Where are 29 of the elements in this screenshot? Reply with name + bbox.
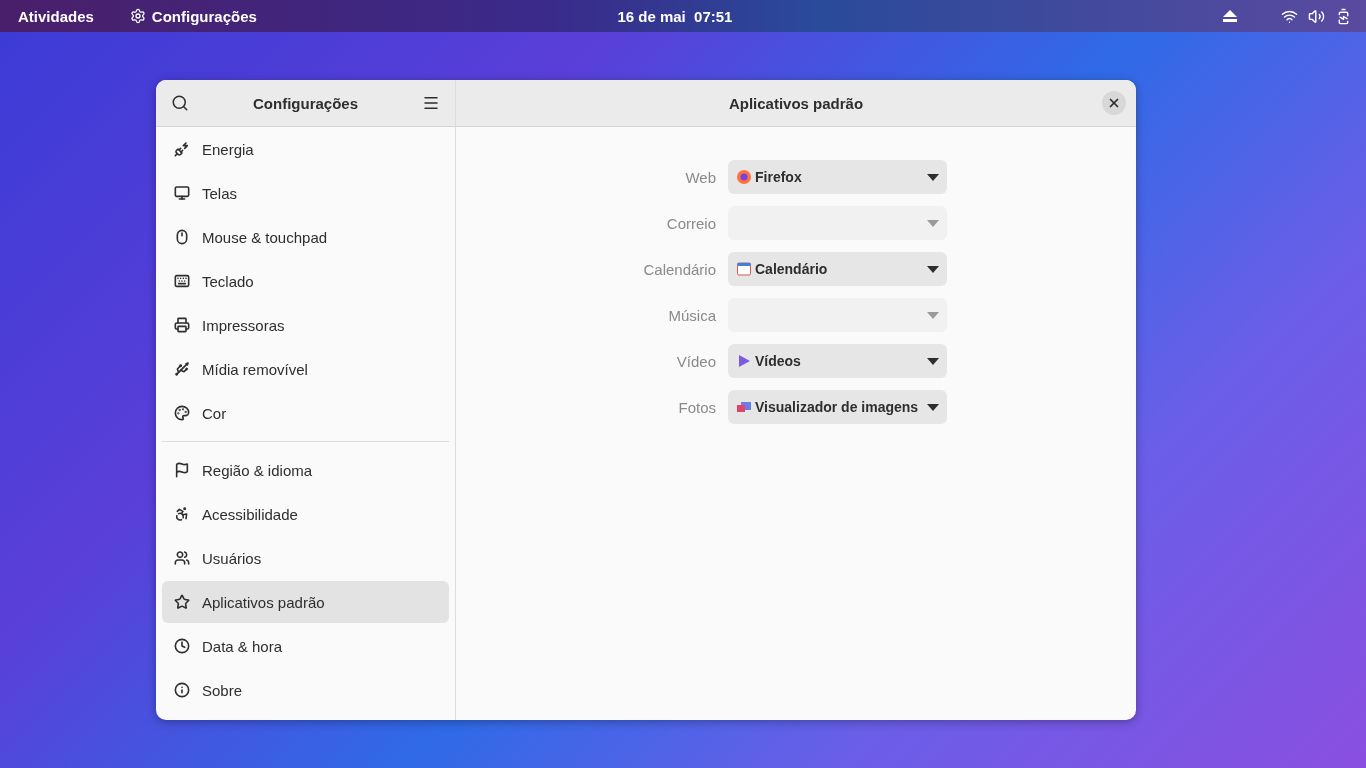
field-label: Correio (665, 214, 716, 232)
app-menu-label: Configurações (151, 7, 257, 25)
sidebar-item[interactable]: Teclado (162, 260, 449, 302)
sidebar-item[interactable]: Impressoras (162, 304, 449, 346)
app-dropdown[interactable]: Calendário (728, 252, 947, 286)
sidebar-item[interactable]: Telas (162, 172, 449, 214)
sidebar-item[interactable]: Sobre (162, 669, 449, 711)
field-label: Fotos (677, 398, 716, 416)
app-dropdown[interactable]: Firefox (728, 160, 947, 194)
sidebar-item[interactable]: Usuários (162, 537, 449, 579)
app-dropdown[interactable]: Visualizador de imagens (728, 390, 947, 424)
activities-button[interactable]: Atividades (18, 7, 94, 25)
app-menu[interactable]: Configurações (129, 7, 257, 25)
app-dropdown[interactable]: Vídeos (728, 344, 947, 378)
sidebar-item[interactable]: Data & hora (162, 625, 449, 667)
field-label: Calendário (642, 260, 716, 278)
window-title: Aplicativos padrão (727, 94, 865, 112)
sidebar-item[interactable]: Cor (162, 392, 449, 434)
field-label: Música (667, 306, 716, 324)
sidebar-item[interactable]: Acessibilidade (162, 493, 449, 535)
field-label: Web (684, 168, 716, 186)
sidebar-item[interactable]: Mouse & touchpad (162, 216, 449, 258)
sidebar-item[interactable]: Energia (162, 128, 449, 170)
sidebar-item[interactable]: Aplicativos padrão (162, 581, 449, 623)
clock[interactable]: 16 de mai 07:51 (256, 7, 1093, 25)
sidebar-item[interactable]: Região & idioma (162, 449, 449, 491)
sidebar-item[interactable]: Mídia removível (162, 348, 449, 390)
sidebar-title: Configurações (252, 94, 359, 112)
field-label: Vídeo (675, 352, 716, 370)
